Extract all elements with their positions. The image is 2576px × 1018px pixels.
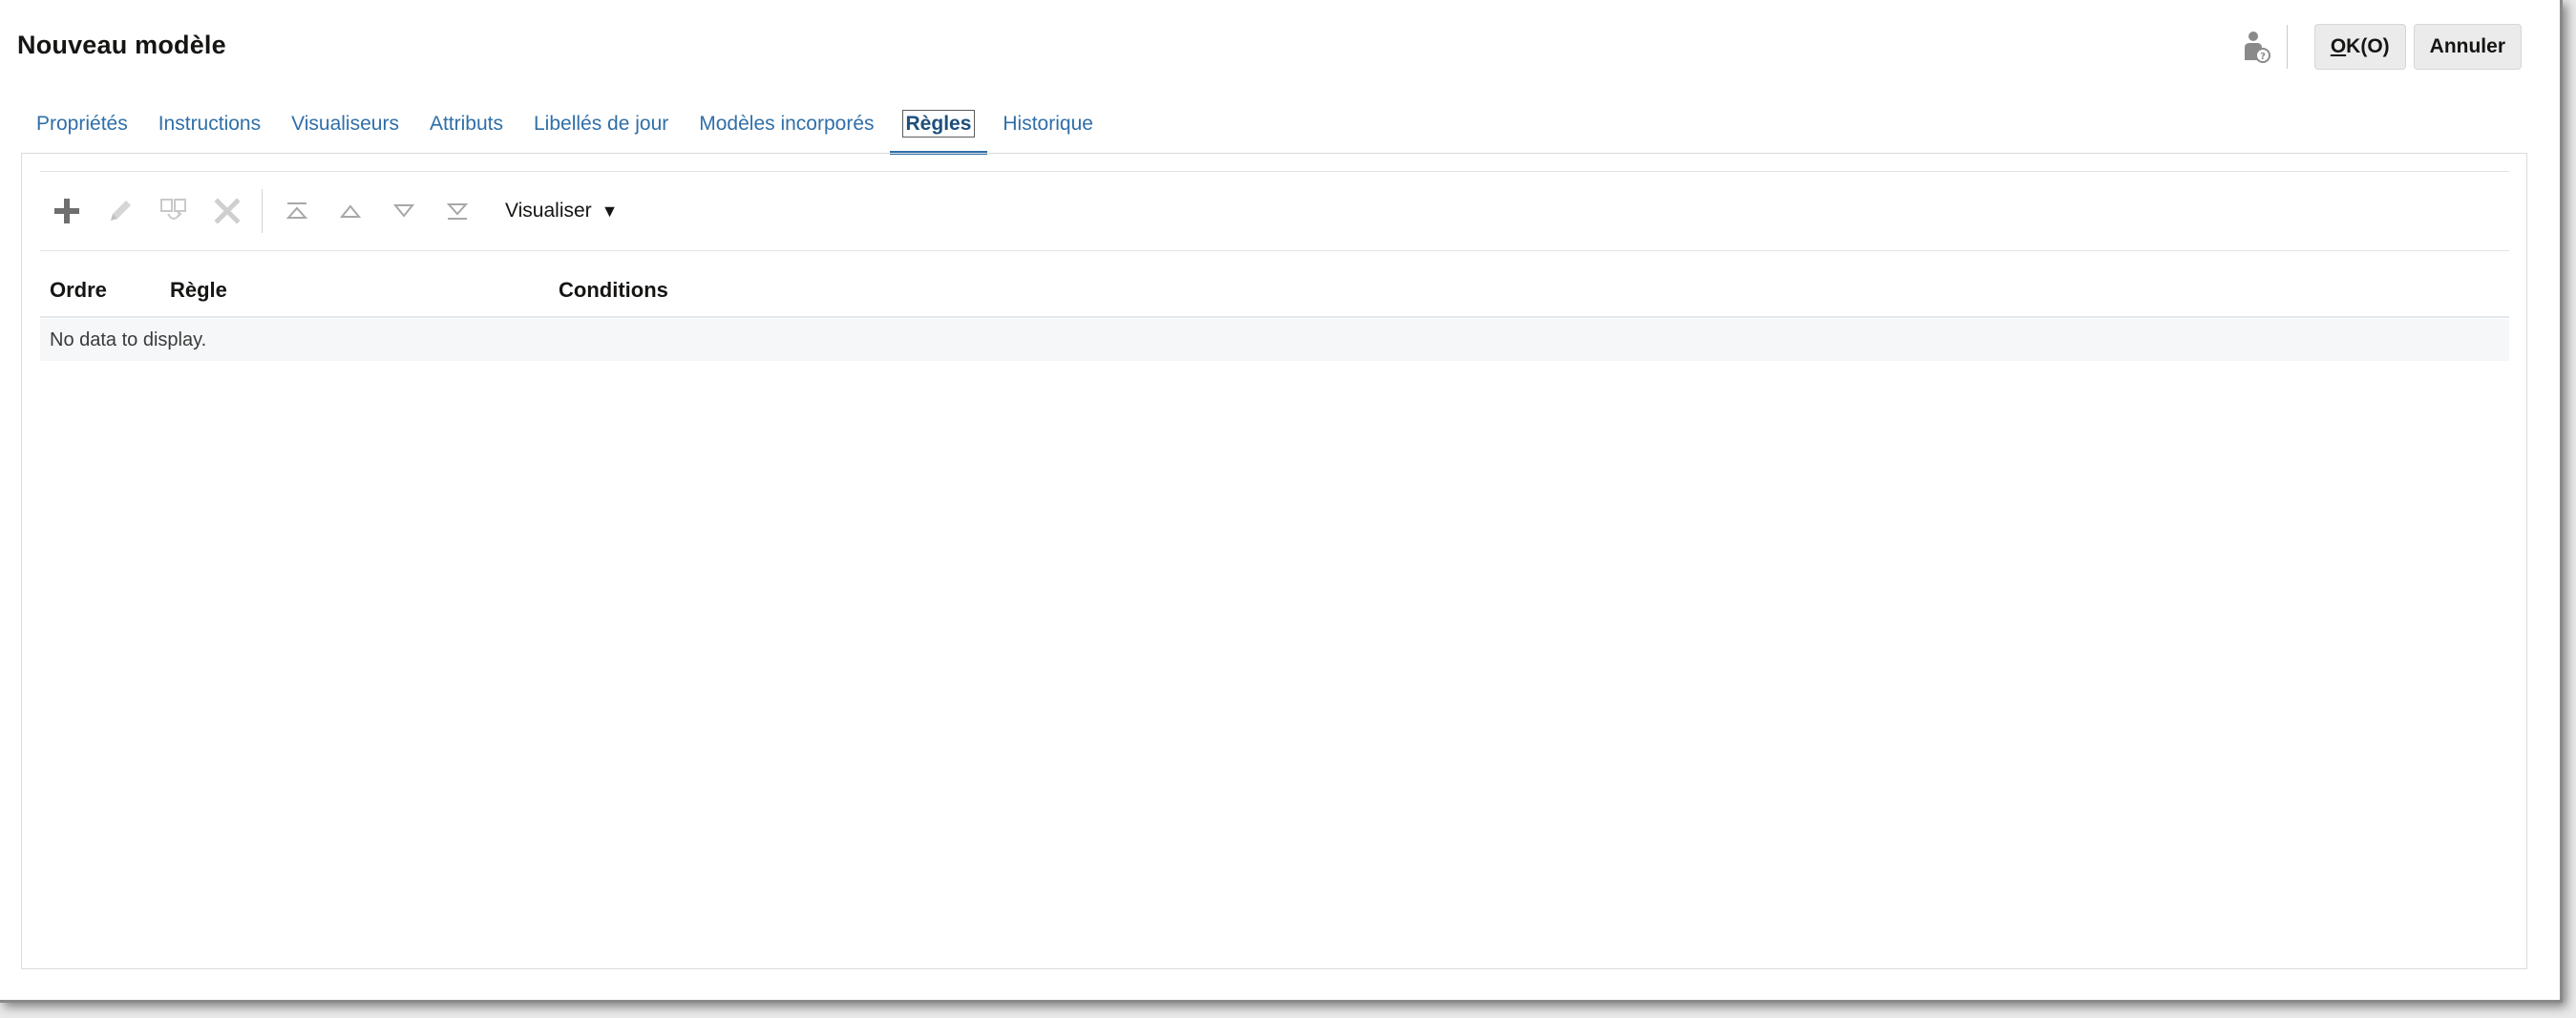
duplicate-icon[interactable] xyxy=(147,184,201,238)
delete-icon[interactable] xyxy=(201,184,254,238)
ok-button-label: K(O) xyxy=(2346,35,2390,57)
tab-label: Attributs xyxy=(429,113,503,135)
tab-label: Libellés de jour xyxy=(533,113,669,135)
tab-label: Propriétés xyxy=(36,113,128,135)
move-to-top-icon[interactable] xyxy=(270,184,324,238)
svg-text:?: ? xyxy=(2260,52,2266,62)
tab-label: Visualiseurs xyxy=(291,113,399,135)
tab-label: Règles xyxy=(901,110,976,138)
new-model-dialog: Nouveau modèle ? O K(O) Annuler Propriété… xyxy=(0,0,2563,1003)
tab-label: Historique xyxy=(1003,113,1093,135)
cancel-button[interactable]: Annuler xyxy=(2413,24,2522,70)
column-header-regle[interactable]: Règle xyxy=(170,278,227,303)
add-icon[interactable] xyxy=(40,184,94,238)
tab-label: Modèles incorporés xyxy=(699,113,875,135)
tab-visualiseurs[interactable]: Visualiseurs xyxy=(276,103,414,155)
tab-bar: Propriétés Instructions Visualiseurs Att… xyxy=(21,103,1109,155)
tab-proprietes[interactable]: Propriétés xyxy=(21,103,143,155)
tab-libelles-de-jour[interactable]: Libellés de jour xyxy=(518,103,684,155)
column-header-ordre[interactable]: Ordre xyxy=(50,278,107,303)
move-down-icon[interactable] xyxy=(377,184,431,238)
view-menu-label: Visualiser xyxy=(505,200,592,222)
column-header-conditions[interactable]: Conditions xyxy=(559,278,668,303)
tab-regles[interactable]: Règles xyxy=(889,103,988,155)
rules-panel: Visualiser ▼ Ordre Règle Conditions No d… xyxy=(21,153,2527,969)
rules-toolbar: Visualiser ▼ xyxy=(40,171,2509,251)
header-separator xyxy=(2286,25,2288,69)
ok-button[interactable]: O K(O) xyxy=(2313,24,2406,70)
ok-button-accelerator: O xyxy=(2330,35,2347,57)
dialog-header-actions: ? O K(O) Annuler xyxy=(2239,23,2522,71)
tab-instructions[interactable]: Instructions xyxy=(143,103,276,155)
tab-label: Instructions xyxy=(158,113,262,135)
tab-historique[interactable]: Historique xyxy=(987,103,1109,155)
move-to-bottom-icon[interactable] xyxy=(431,184,484,238)
tab-attributs[interactable]: Attributs xyxy=(414,103,518,155)
dialog-title: Nouveau modèle xyxy=(17,31,226,59)
rules-table-header: Ordre Règle Conditions xyxy=(40,251,2509,318)
edit-icon[interactable] xyxy=(94,184,147,238)
empty-table-message: No data to display. xyxy=(40,319,2509,361)
move-up-icon[interactable] xyxy=(324,184,377,238)
toolbar-separator xyxy=(262,189,263,233)
tab-modeles-incorpores[interactable]: Modèles incorporés xyxy=(684,103,889,155)
view-menu-button[interactable]: Visualiser ▼ xyxy=(505,200,618,223)
user-help-icon[interactable]: ? xyxy=(2239,28,2273,66)
caret-down-icon: ▼ xyxy=(601,201,619,221)
